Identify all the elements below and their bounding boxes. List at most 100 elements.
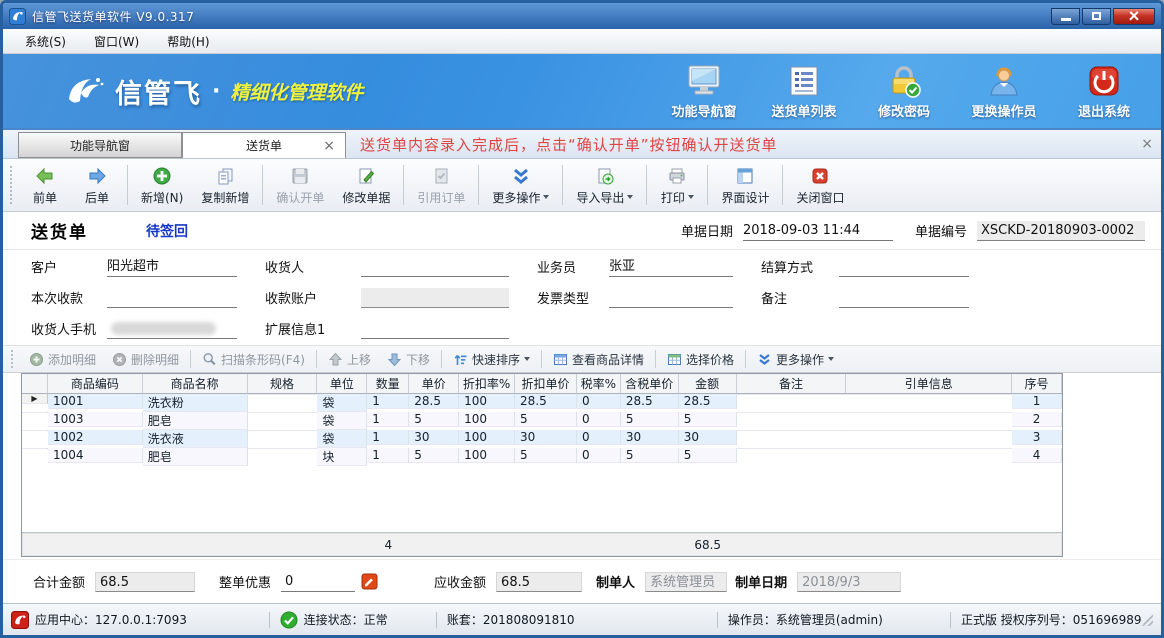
grid-cell[interactable] — [248, 448, 318, 449]
grid-cell[interactable]: 28.5 — [515, 394, 577, 409]
grid-cell[interactable]: 0 — [577, 412, 621, 427]
grid-cell[interactable] — [846, 430, 1012, 431]
grid-cell[interactable]: 袋 — [317, 430, 367, 448]
grid-cell[interactable]: 28.5 — [621, 394, 679, 409]
grid-cell[interactable]: 5 — [621, 448, 679, 463]
discount-field[interactable]: 0 — [281, 572, 355, 592]
ui-design-button[interactable]: 界面设计 — [712, 163, 778, 208]
grid-cell[interactable]: 5 — [515, 412, 577, 427]
menu-system[interactable]: 系统(S) — [13, 30, 78, 53]
prev-order-button[interactable]: 前单 — [19, 163, 71, 208]
grid-cell[interactable]: 1003 — [48, 412, 143, 427]
grid-cell[interactable]: 28.5 — [679, 394, 737, 409]
detail-more-operations-button[interactable]: 更多操作 — [749, 351, 842, 368]
ext-info-field[interactable] — [361, 319, 509, 339]
grid-cell[interactable] — [248, 430, 318, 431]
grid-cell[interactable]: 5 — [409, 448, 459, 463]
grid-cell[interactable]: 0 — [577, 394, 621, 409]
modify-order-button[interactable]: 修改单据 — [333, 163, 399, 208]
consignee-field[interactable] — [361, 257, 509, 277]
close-window-button[interactable]: 关闭窗口 — [787, 163, 853, 208]
import-export-button[interactable]: 导入导出 — [567, 163, 642, 208]
new-order-button[interactable]: 新增(N) — [132, 163, 192, 208]
grid-cell[interactable]: 1 — [367, 448, 409, 463]
minimize-button[interactable] — [1051, 8, 1080, 25]
grid-cell[interactable]: 1002 — [48, 430, 143, 445]
grid-cell[interactable]: 肥皂 — [143, 412, 248, 430]
view-product-detail-button[interactable]: 查看商品详情 — [545, 351, 652, 368]
grid-cell[interactable]: 块 — [317, 448, 367, 466]
grid-cell[interactable]: 洗衣液 — [143, 430, 248, 448]
grid-cell[interactable]: 100 — [459, 394, 515, 409]
grid-cell[interactable]: 1 — [367, 394, 409, 409]
maximize-button[interactable] — [1082, 8, 1111, 25]
grid-cell[interactable]: 100 — [459, 430, 515, 445]
menu-help[interactable]: 帮助(H) — [155, 30, 221, 53]
grid-cell[interactable]: 30 — [515, 430, 577, 445]
change-password-button[interactable]: 修改密码 — [861, 63, 947, 120]
exit-system-button[interactable]: 退出系统 — [1061, 63, 1147, 120]
grid-cell[interactable]: 0 — [577, 448, 621, 463]
quick-sort-button[interactable]: 快速排序 — [445, 351, 538, 368]
switch-operator-button[interactable]: 更换操作员 — [961, 63, 1047, 120]
close-button[interactable] — [1113, 8, 1155, 25]
grid-cell[interactable]: 0 — [577, 430, 621, 445]
grid-cell[interactable]: 5 — [621, 412, 679, 427]
grid-cell[interactable]: 袋 — [317, 412, 367, 430]
tab-nav-window[interactable]: 功能导航窗 — [18, 132, 182, 158]
grid-cell[interactable]: 1004 — [48, 448, 143, 463]
discount-edit-icon[interactable] — [361, 573, 378, 590]
grid-cell[interactable] — [248, 394, 318, 395]
menu-window[interactable]: 窗口(W) — [82, 30, 151, 53]
tab-close-icon[interactable]: × — [323, 138, 335, 154]
grid-cell[interactable]: 5 — [679, 448, 737, 463]
grid-cell[interactable]: 100 — [459, 448, 515, 463]
grid-cell[interactable]: 28.5 — [409, 394, 459, 409]
grid-cell[interactable]: 30 — [409, 430, 459, 445]
grid-cell[interactable]: 洗衣粉 — [143, 394, 248, 412]
row-select-indicator — [22, 412, 48, 413]
grid-cell[interactable]: 100 — [459, 412, 515, 427]
grid-cell[interactable]: 3 — [1012, 430, 1062, 445]
grid-cell[interactable] — [846, 412, 1012, 413]
grid-cell[interactable]: 1 — [367, 412, 409, 427]
salesman-field[interactable]: 张亚 — [609, 257, 733, 277]
remark-field[interactable] — [839, 288, 969, 308]
grid-cell[interactable] — [846, 448, 1012, 449]
grid-cell[interactable] — [248, 412, 318, 413]
grid-cell[interactable]: 5 — [409, 412, 459, 427]
grid-cell[interactable]: 5 — [679, 412, 737, 427]
grid-cell[interactable]: 肥皂 — [143, 448, 248, 466]
grid-cell[interactable] — [737, 412, 847, 413]
grid-cell[interactable]: 1001 — [48, 394, 143, 409]
settlement-field[interactable] — [839, 257, 969, 277]
resize-grip[interactable] — [1142, 614, 1153, 626]
consignee-phone-field[interactable] — [107, 319, 237, 339]
nav-window-button[interactable]: 功能导航窗 — [661, 63, 747, 120]
grid-cell[interactable]: 5 — [515, 448, 577, 463]
grid-cell[interactable]: 30 — [679, 430, 737, 445]
tabstrip-close-icon[interactable]: × — [1141, 136, 1153, 152]
grid-cell[interactable]: 30 — [621, 430, 679, 445]
grid-cell[interactable]: 1 — [1012, 394, 1062, 409]
delivery-list-button[interactable]: 送货单列表 — [761, 63, 847, 120]
customer-field[interactable]: 阳光超市 — [107, 257, 237, 277]
next-order-button[interactable]: 后单 — [71, 163, 123, 208]
payment-field[interactable] — [107, 288, 237, 308]
grid-cell[interactable]: 4 — [1012, 448, 1062, 463]
grid-cell[interactable] — [846, 394, 1012, 395]
order-date-field[interactable]: 2018-09-03 11:44 — [743, 221, 893, 241]
more-operations-button[interactable]: 更多操作 — [483, 163, 558, 208]
tab-delivery-order[interactable]: 送货单 × — [182, 132, 346, 158]
toolbar-grip — [10, 166, 15, 204]
copy-new-button[interactable]: 复制新增 — [192, 163, 258, 208]
grid-cell[interactable]: 1 — [367, 430, 409, 445]
invoice-type-field[interactable] — [609, 288, 733, 308]
grid-cell[interactable] — [737, 394, 847, 395]
grid-cell[interactable] — [737, 448, 847, 449]
grid-cell[interactable]: 袋 — [317, 394, 367, 412]
grid-cell[interactable]: 2 — [1012, 412, 1062, 427]
print-button[interactable]: 打印 — [651, 163, 703, 208]
select-price-button[interactable]: 选择价格 — [659, 351, 742, 368]
grid-cell[interactable] — [737, 430, 847, 431]
